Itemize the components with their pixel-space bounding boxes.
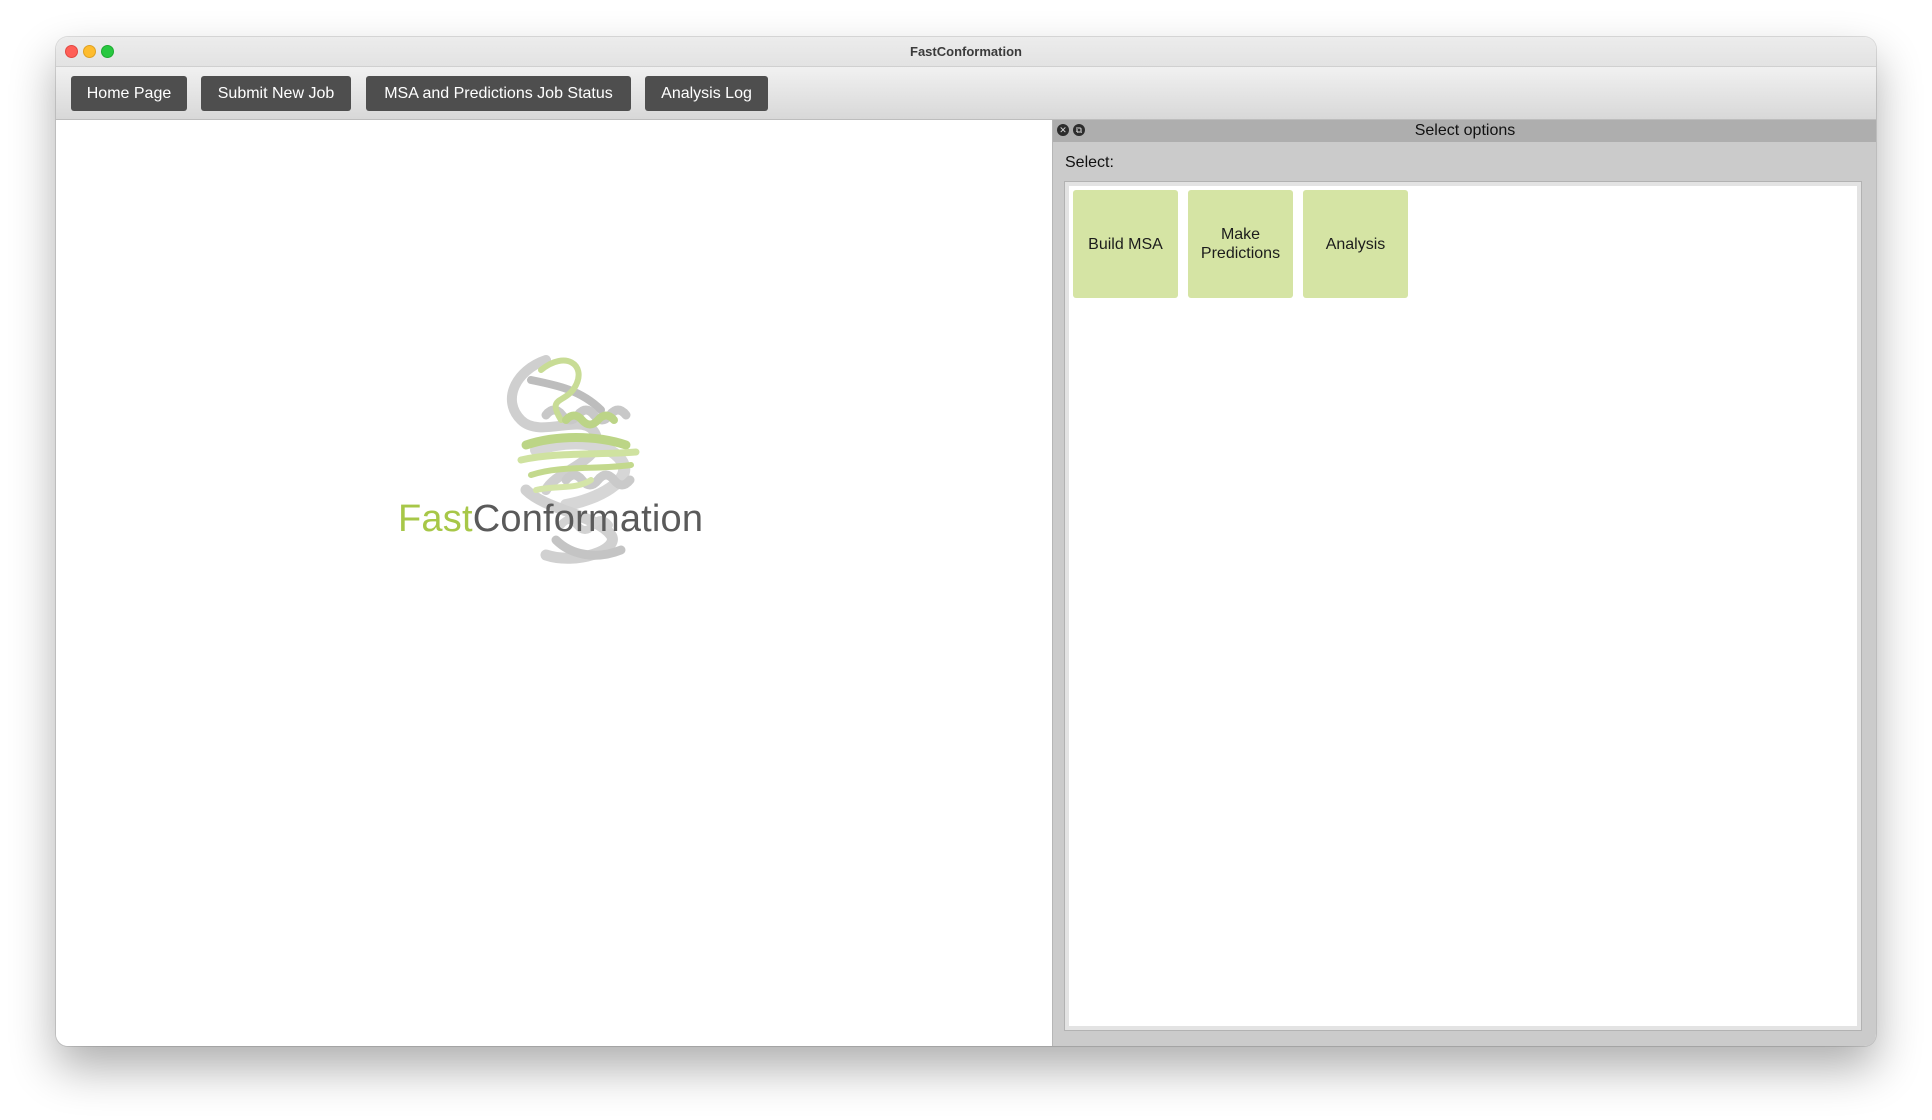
make-predictions-option[interactable]: Make Predictions bbox=[1188, 190, 1293, 298]
window-title: FastConformation bbox=[910, 44, 1022, 59]
app-window: FastConformation Home Page Submit New Jo… bbox=[56, 37, 1876, 1046]
fastconformation-logo: FastConformation bbox=[396, 340, 716, 580]
home-content-pane: FastConformation bbox=[56, 120, 1052, 1046]
desktop: FastConformation Home Page Submit New Jo… bbox=[0, 0, 1932, 1120]
toolbar: Home Page Submit New Job MSA and Predict… bbox=[56, 67, 1876, 120]
select-label: Select: bbox=[1065, 154, 1114, 171]
dock-title-bar: ✕ ⧉ Select options bbox=[1053, 120, 1876, 142]
options-panel: Build MSA Make Predictions Analysis bbox=[1064, 181, 1862, 1031]
submit-new-job-button[interactable]: Submit New Job bbox=[201, 76, 351, 111]
job-status-button[interactable]: MSA and Predictions Job Status bbox=[366, 76, 631, 111]
analysis-log-button[interactable]: Analysis Log bbox=[645, 76, 768, 111]
build-msa-option[interactable]: Build MSA bbox=[1073, 190, 1178, 298]
logo-text-conformation: Conformation bbox=[472, 498, 704, 540]
select-options-dock: ✕ ⧉ Select options Select: Build MSA Mak… bbox=[1052, 120, 1876, 1046]
logo-wordmark: FastConformation bbox=[398, 498, 703, 541]
analysis-option[interactable]: Analysis bbox=[1303, 190, 1408, 298]
home-page-button[interactable]: Home Page bbox=[71, 76, 187, 111]
title-bar: FastConformation bbox=[56, 37, 1876, 67]
dock-title: Select options bbox=[1414, 122, 1516, 139]
protein-structure-icon bbox=[506, 355, 640, 564]
logo-text-fast: Fast bbox=[398, 498, 473, 540]
